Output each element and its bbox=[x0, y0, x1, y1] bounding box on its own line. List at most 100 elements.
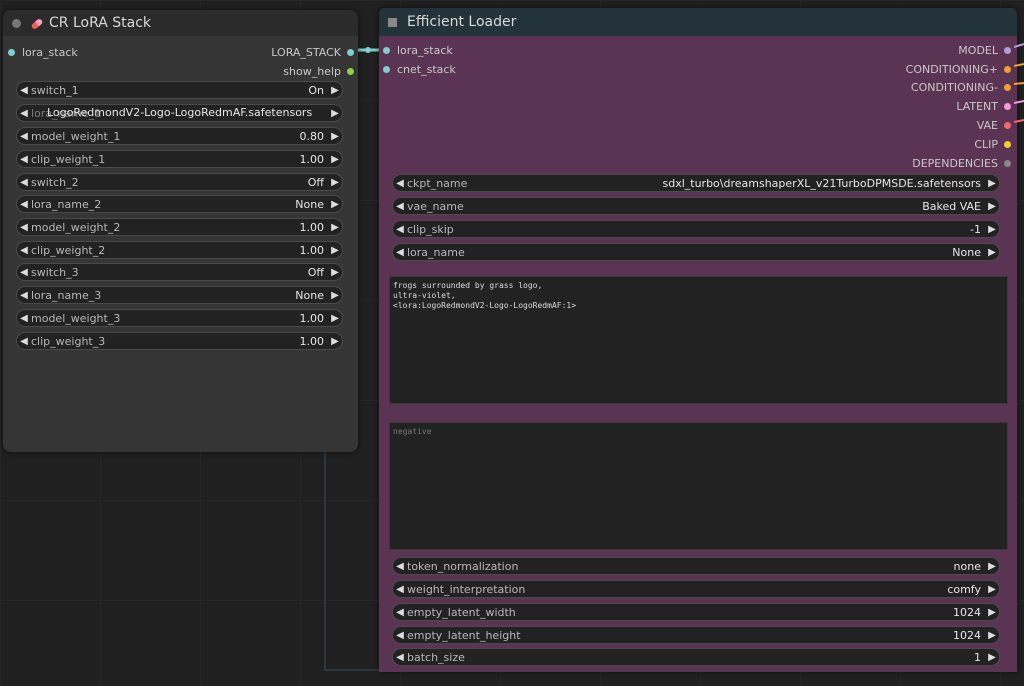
socket-dot-icon[interactable] bbox=[1004, 140, 1011, 148]
widget-lora-name-2[interactable]: ◀ lora_name_2 None ▶ bbox=[16, 195, 343, 213]
left-arrow-icon[interactable]: ◀ bbox=[393, 178, 407, 189]
socket-dot-icon[interactable] bbox=[1004, 102, 1011, 110]
right-arrow-icon[interactable]: ▶ bbox=[328, 267, 342, 278]
right-arrow-icon[interactable]: ▶ bbox=[985, 630, 999, 641]
widget-switch-2[interactable]: ◀ switch_2 Off ▶ bbox=[16, 173, 343, 191]
collapse-dot-icon[interactable] bbox=[12, 18, 21, 28]
left-arrow-icon[interactable]: ◀ bbox=[17, 177, 31, 188]
efficient-loader-title-bar[interactable]: Efficient Loader bbox=[379, 8, 1017, 36]
widget-ckpt-name[interactable]: ◀ ckpt_name sdxl_turbo\dreamshaperXL_v21… bbox=[392, 174, 1000, 192]
widget-batch-size[interactable]: ◀ batch_size 1 ▶ bbox=[392, 648, 1000, 666]
widget-switch-1[interactable]: ◀ switch_1 On ▶ bbox=[16, 81, 343, 99]
left-arrow-icon[interactable]: ◀ bbox=[393, 201, 407, 212]
widget-label: token_normalization bbox=[407, 559, 519, 573]
left-arrow-icon[interactable]: ◀ bbox=[393, 607, 407, 618]
widget-lora-name-3[interactable]: ◀ lora_name_3 None ▶ bbox=[16, 286, 343, 304]
widget-value: 1024 bbox=[953, 628, 981, 642]
widget-model-weight-3[interactable]: ◀ model_weight_3 1.00 ▶ bbox=[16, 309, 343, 327]
right-arrow-icon[interactable]: ▶ bbox=[328, 336, 342, 347]
left-arrow-icon[interactable]: ◀ bbox=[393, 584, 407, 595]
left-arrow-icon[interactable]: ◀ bbox=[17, 245, 31, 256]
socket-dot-icon[interactable] bbox=[1004, 65, 1011, 73]
right-arrow-icon[interactable]: ▶ bbox=[328, 199, 342, 210]
widget-vae-name[interactable]: ◀ vae_name Baked VAE ▶ bbox=[392, 197, 1000, 215]
efficient-loader-node[interactable]: Efficient Loader lora_stack cnet_stack M… bbox=[379, 8, 1017, 672]
slot-label: DEPENDENCIES bbox=[912, 156, 998, 170]
right-arrow-icon[interactable]: ▶ bbox=[985, 201, 999, 212]
left-arrow-icon[interactable]: ◀ bbox=[17, 199, 31, 210]
widget-weight-interpretation[interactable]: ◀ weight_interpretation comfy ▶ bbox=[392, 580, 1000, 598]
widget-model-weight-1[interactable]: ◀ model_weight_1 0.80 ▶ bbox=[16, 127, 343, 145]
socket-dot-icon[interactable] bbox=[1004, 46, 1011, 54]
right-arrow-icon[interactable]: ▶ bbox=[328, 313, 342, 324]
positive-prompt-textarea[interactable]: frogs surrounded by grass logo, ultra-vi… bbox=[389, 276, 1008, 404]
socket-dot-icon[interactable] bbox=[8, 48, 15, 56]
output-slot-vae[interactable]: VAE bbox=[977, 118, 1011, 132]
left-arrow-icon[interactable]: ◀ bbox=[17, 267, 31, 278]
right-arrow-icon[interactable]: ▶ bbox=[328, 131, 342, 142]
cr-lora-stack-node[interactable]: CR LoRA Stack lora_stack LORA_STACK show… bbox=[3, 10, 358, 452]
right-arrow-icon[interactable]: ▶ bbox=[328, 177, 342, 188]
widget-token-normalization[interactable]: ◀ token_normalization none ▶ bbox=[392, 557, 1000, 575]
input-slot-lora-stack[interactable]: lora_stack bbox=[8, 45, 78, 59]
right-arrow-icon[interactable]: ▶ bbox=[328, 108, 342, 119]
output-slot-clip[interactable]: CLIP bbox=[974, 137, 1011, 151]
right-arrow-icon[interactable]: ▶ bbox=[985, 561, 999, 572]
widget-clip-skip[interactable]: ◀ clip_skip -1 ▶ bbox=[392, 220, 1000, 238]
right-arrow-icon[interactable]: ▶ bbox=[985, 607, 999, 618]
left-arrow-icon[interactable]: ◀ bbox=[17, 313, 31, 324]
right-arrow-icon[interactable]: ▶ bbox=[328, 290, 342, 301]
input-slot-lora-stack[interactable]: lora_stack bbox=[383, 43, 453, 57]
right-arrow-icon[interactable]: ▶ bbox=[328, 245, 342, 256]
right-arrow-icon[interactable]: ▶ bbox=[985, 247, 999, 258]
output-slot-latent[interactable]: LATENT bbox=[956, 99, 1011, 113]
left-arrow-icon[interactable]: ◀ bbox=[17, 131, 31, 142]
output-slot-dependencies[interactable]: DEPENDENCIES bbox=[912, 156, 1011, 170]
widget-model-weight-2[interactable]: ◀ model_weight_2 1.00 ▶ bbox=[16, 218, 343, 236]
socket-dot-icon[interactable] bbox=[1004, 83, 1011, 91]
negative-prompt-textarea[interactable]: negative bbox=[389, 422, 1008, 550]
widget-clip-weight-1[interactable]: ◀ clip_weight_1 1.00 ▶ bbox=[16, 150, 343, 168]
socket-dot-icon[interactable] bbox=[347, 67, 354, 75]
output-slot-conditioning-minus[interactable]: CONDITIONING- bbox=[911, 80, 1011, 94]
right-arrow-icon[interactable]: ▶ bbox=[985, 178, 999, 189]
widget-switch-3[interactable]: ◀ switch_3 Off ▶ bbox=[16, 263, 343, 281]
collapse-square-icon[interactable] bbox=[388, 17, 397, 27]
right-arrow-icon[interactable]: ▶ bbox=[985, 652, 999, 663]
socket-dot-icon[interactable] bbox=[347, 48, 354, 56]
socket-dot-icon[interactable] bbox=[383, 46, 390, 54]
slot-label: lora_stack bbox=[397, 43, 453, 57]
input-slot-cnet-stack[interactable]: cnet_stack bbox=[383, 62, 456, 76]
left-arrow-icon[interactable]: ◀ bbox=[17, 108, 31, 119]
left-arrow-icon[interactable]: ◀ bbox=[17, 336, 31, 347]
left-arrow-icon[interactable]: ◀ bbox=[17, 85, 31, 96]
left-arrow-icon[interactable]: ◀ bbox=[17, 154, 31, 165]
widget-lora-name-1[interactable]: ◀ lora_name_1 LogoRedmondV2-Logo-LogoRed… bbox=[16, 104, 343, 122]
cr-lora-stack-title-bar[interactable]: CR LoRA Stack bbox=[3, 10, 358, 36]
widget-lora-name[interactable]: ◀ lora_name None ▶ bbox=[392, 243, 1000, 261]
right-arrow-icon[interactable]: ▶ bbox=[985, 584, 999, 595]
right-arrow-icon[interactable]: ▶ bbox=[328, 154, 342, 165]
socket-dot-icon[interactable] bbox=[1004, 159, 1011, 167]
output-slot-model[interactable]: MODEL bbox=[958, 43, 1011, 57]
left-arrow-icon[interactable]: ◀ bbox=[17, 290, 31, 301]
graph-canvas[interactable]: CR LoRA Stack lora_stack LORA_STACK show… bbox=[0, 0, 1024, 686]
socket-dot-icon[interactable] bbox=[1004, 121, 1011, 129]
output-slot-lora-stack[interactable]: LORA_STACK bbox=[271, 45, 354, 59]
right-arrow-icon[interactable]: ▶ bbox=[985, 224, 999, 235]
socket-dot-icon[interactable] bbox=[383, 65, 390, 73]
output-slot-show-help[interactable]: show_help bbox=[283, 64, 354, 78]
left-arrow-icon[interactable]: ◀ bbox=[393, 247, 407, 258]
widget-empty-latent-width[interactable]: ◀ empty_latent_width 1024 ▶ bbox=[392, 603, 1000, 621]
widget-clip-weight-2[interactable]: ◀ clip_weight_2 1.00 ▶ bbox=[16, 241, 343, 259]
left-arrow-icon[interactable]: ◀ bbox=[393, 652, 407, 663]
right-arrow-icon[interactable]: ▶ bbox=[328, 85, 342, 96]
left-arrow-icon[interactable]: ◀ bbox=[393, 224, 407, 235]
left-arrow-icon[interactable]: ◀ bbox=[393, 561, 407, 572]
output-slot-conditioning-plus[interactable]: CONDITIONING+ bbox=[906, 62, 1011, 76]
widget-empty-latent-height[interactable]: ◀ empty_latent_height 1024 ▶ bbox=[392, 626, 1000, 644]
left-arrow-icon[interactable]: ◀ bbox=[17, 222, 31, 233]
widget-clip-weight-3[interactable]: ◀ clip_weight_3 1.00 ▶ bbox=[16, 332, 343, 350]
right-arrow-icon[interactable]: ▶ bbox=[328, 222, 342, 233]
left-arrow-icon[interactable]: ◀ bbox=[393, 630, 407, 641]
